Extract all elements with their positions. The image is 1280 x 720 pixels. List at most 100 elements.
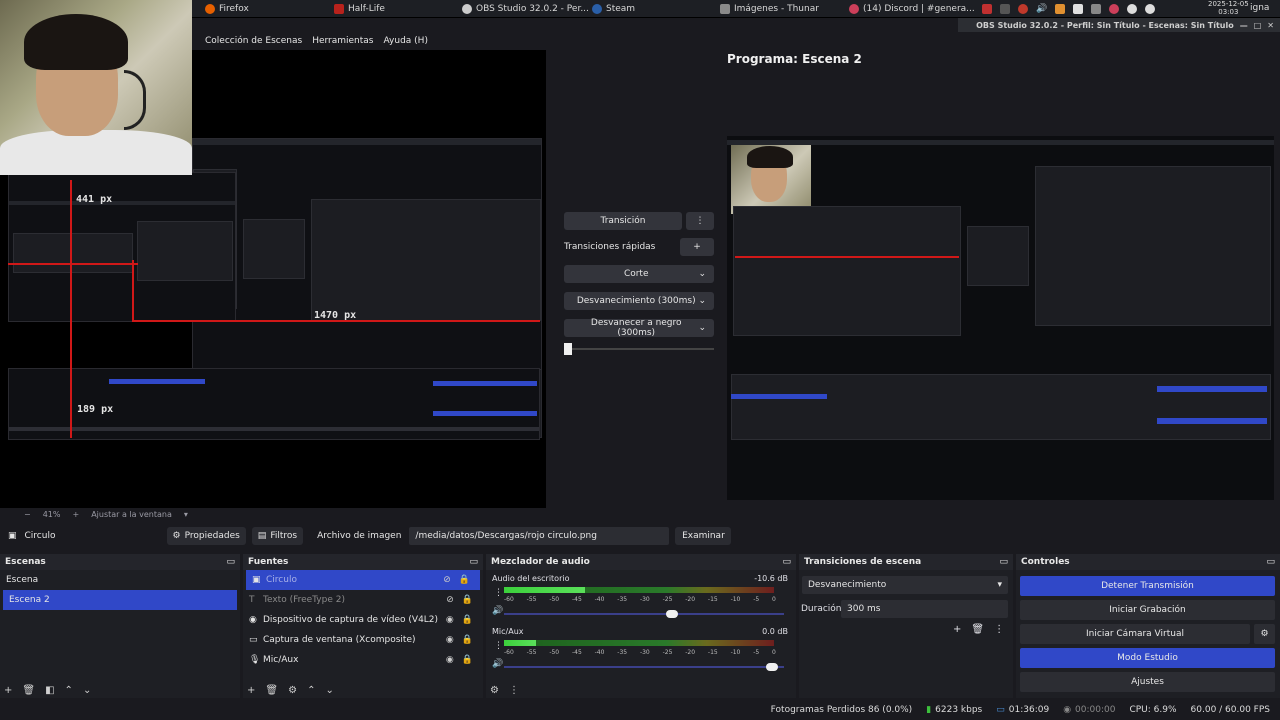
lock-icon[interactable]: 🔒 — [462, 595, 473, 605]
menu-scene-collection[interactable]: Colección de Escenas — [205, 36, 302, 46]
taskbar-steam[interactable]: Steam — [592, 1, 635, 17]
source-item[interactable]: T Texto (FreeType 2) ⊘ 🔒 — [243, 590, 483, 610]
tbar-slider[interactable] — [564, 343, 714, 355]
image-path-field[interactable]: /media/datos/Descargas/rojo circulo.png — [409, 527, 670, 545]
quick-transition-corte[interactable]: Corte ⌄ — [564, 265, 714, 283]
webcam-person — [124, 70, 146, 130]
add-quick-transition-button[interactable]: + — [680, 238, 714, 256]
start-virtual-camera-button[interactable]: Iniciar Cámara Virtual — [1020, 624, 1250, 644]
eye-icon[interactable]: ◉ — [446, 655, 454, 665]
start-recording-button[interactable]: Iniciar Grabación — [1020, 600, 1275, 620]
eye-hidden-icon[interactable]: ⊘ — [446, 595, 454, 605]
audio-mixer-dock: Mezclador de audio ▭ Audio del escritorio… — [486, 554, 796, 698]
eye-hidden-icon[interactable]: ⊘ — [443, 575, 451, 585]
tray-app-icon[interactable] — [1000, 4, 1010, 14]
undock-icon[interactable]: ▭ — [782, 557, 791, 567]
taskbar-obs[interactable]: OBS Studio 32.0.2 - Per... — [462, 1, 589, 17]
volume-slider[interactable] — [504, 610, 784, 618]
volume-knob[interactable] — [766, 663, 779, 671]
speaker-icon[interactable]: 🔊 — [492, 659, 503, 669]
channel-db: -10.6 dB — [754, 574, 788, 583]
stop-streaming-button[interactable]: Detener Transmisión — [1020, 576, 1275, 596]
taskbar-firefox[interactable]: Firefox — [205, 1, 249, 17]
clock[interactable]: 2025-12-05 03:03 — [1208, 0, 1249, 16]
bitrate: 6223 kbps — [935, 705, 983, 715]
scene-item-selected[interactable]: Escena 2 — [3, 590, 237, 610]
eye-icon[interactable]: ◉ — [446, 615, 454, 625]
menu-tools[interactable]: Herramientas — [312, 36, 373, 46]
close-icon[interactable]: ✕ — [1267, 21, 1274, 30]
kebab-menu-icon[interactable]: ⋮ — [994, 624, 1004, 635]
filters-button[interactable]: ▤ Filtros — [251, 527, 304, 545]
move-up-icon[interactable]: ⌃ — [65, 685, 73, 696]
trash-icon[interactable]: 🗑 — [265, 685, 278, 696]
record-indicator-icon[interactable] — [1018, 4, 1028, 14]
tbar-handle[interactable] — [564, 343, 572, 355]
kebab-menu-icon[interactable]: ⋮ — [494, 641, 503, 651]
taskbar-discord[interactable]: (14) Discord | #genera... — [849, 1, 975, 17]
fit-to-window-button[interactable]: Ajustar a la ventana — [91, 510, 172, 519]
studio-mode-button[interactable]: Modo Estudio — [1020, 648, 1275, 668]
speaker-icon[interactable]: 🔊 — [492, 606, 503, 616]
move-up-icon[interactable]: ⌃ — [307, 685, 315, 696]
kebab-menu-icon[interactable]: ⋮ — [494, 588, 503, 598]
audio-settings-icon[interactable]: ⚙ — [490, 685, 499, 696]
lock-icon[interactable]: 🔒 — [462, 615, 473, 625]
transition-more-button[interactable]: ⋮ — [686, 212, 714, 230]
clipboard-icon[interactable] — [1073, 4, 1084, 14]
zoom-in-button[interactable]: + — [72, 510, 79, 519]
move-down-icon[interactable]: ⌄ — [83, 685, 91, 696]
properties-button[interactable]: ⚙ Propiedades — [166, 527, 246, 545]
browse-button[interactable]: Examinar — [675, 527, 732, 545]
gear-icon[interactable]: ⚙ — [288, 685, 297, 696]
lock-icon[interactable]: 🔒 — [462, 635, 473, 645]
undock-icon[interactable]: ▭ — [1266, 557, 1275, 567]
lock-icon[interactable]: 🔒 — [462, 655, 473, 665]
filter-icon[interactable]: ◧ — [45, 685, 54, 696]
taskbar-half-life[interactable]: Half-Life — [334, 1, 385, 17]
settings-button[interactable]: Ajustes — [1020, 672, 1275, 692]
username[interactable]: igna — [1250, 3, 1269, 13]
source-item[interactable]: 🎙 Mic/Aux ◉ 🔒 — [243, 650, 483, 670]
volume-slider[interactable] — [504, 663, 784, 671]
tray-app-icon[interactable] — [1055, 4, 1066, 14]
move-down-icon[interactable]: ⌄ — [325, 685, 333, 696]
trash-icon[interactable]: 🗑 — [971, 624, 984, 635]
undock-icon[interactable]: ▭ — [999, 557, 1008, 567]
quick-transition-fade-black[interactable]: Desvanecer a negro (300ms) ⌄ — [564, 318, 714, 338]
discord-tray-icon[interactable] — [1109, 4, 1120, 14]
window-title: OBS Studio 32.0.2 - Perfil: Sin Título -… — [976, 20, 1234, 30]
zoom-out-button[interactable]: − — [24, 510, 31, 519]
undock-icon[interactable]: ▭ — [469, 557, 478, 567]
kebab-menu-icon[interactable]: ⋮ — [509, 685, 519, 696]
undock-icon[interactable]: ▭ — [226, 557, 235, 567]
source-item[interactable]: ▭ Captura de ventana (Xcomposite) ◉ 🔒 — [243, 630, 483, 650]
chevron-down-icon[interactable]: ▾ — [184, 510, 188, 519]
source-item[interactable]: ◉ Dispositivo de captura de vídeo (V4L2) … — [243, 610, 483, 630]
source-item-selected[interactable]: ▣ Circulo ⊘ 🔒 — [246, 570, 480, 590]
transition-select[interactable]: Desvanecimiento ▾ — [802, 576, 1008, 594]
trash-icon[interactable]: 🗑 — [22, 685, 35, 696]
taskbar-thunar[interactable]: Imágenes - Thunar — [720, 1, 819, 17]
scene-item[interactable]: Escena — [0, 570, 240, 590]
steam-tray-icon[interactable] — [1145, 4, 1156, 14]
tray-app-icon[interactable] — [982, 4, 992, 14]
volume-knob[interactable] — [665, 610, 678, 618]
menu-help[interactable]: Ayuda (H) — [384, 36, 428, 46]
volume-icon[interactable]: 🔊 — [1036, 4, 1047, 14]
maximize-icon[interactable]: □ — [1254, 21, 1262, 30]
add-icon[interactable]: + — [4, 685, 12, 696]
quick-transition-fade[interactable]: Desvanecimiento (300ms) ⌄ — [564, 292, 714, 310]
lock-icon[interactable]: 🔒 — [459, 575, 470, 585]
add-icon[interactable]: + — [247, 685, 255, 696]
transition-button[interactable]: Transición — [564, 212, 682, 230]
program-panel: Programa: Escena 2 — [723, 50, 1280, 520]
battery-icon[interactable] — [1091, 4, 1102, 14]
eye-icon[interactable]: ◉ — [446, 635, 454, 645]
minimize-icon[interactable]: — — [1240, 21, 1248, 30]
add-icon[interactable]: + — [953, 624, 961, 635]
virtual-camera-settings-button[interactable]: ⚙ — [1254, 624, 1275, 644]
duration-spinbox[interactable]: 300 ms — [841, 600, 1008, 618]
meter-tick-label: -40 — [594, 596, 605, 603]
network-icon[interactable] — [1127, 4, 1138, 14]
